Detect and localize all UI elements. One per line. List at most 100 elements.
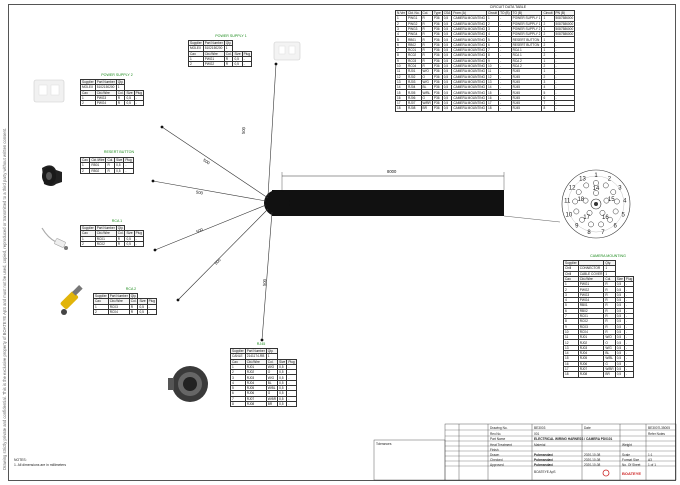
connector-pin-label: 4: [623, 199, 627, 205]
tb-scale: 1:1: [648, 453, 653, 457]
rj45-table: Supplier Part Number Qty. CANLE 2141174-RB 1 C…: [230, 347, 297, 408]
rca2-title: RCA 2: [125, 287, 137, 291]
table-header-cell: Part Number: [94, 224, 117, 232]
table-cell: CAMERA MOUNTING: [451, 47, 488, 54]
table-header-cell: TO (B): [498, 9, 512, 17]
table-cell: RJ45: [510, 105, 543, 112]
notes: NOTES: 1. All dimensions are in millimet…: [14, 458, 66, 467]
wire-row: 8 RJ08 BR 0,5-: [230, 400, 297, 408]
tb-checked: Pubmandavi: [534, 458, 553, 462]
connector-pin-label: 18: [577, 197, 584, 203]
table-cell: 2: [79, 167, 91, 174]
table-header-cell: Part Number: [202, 39, 225, 47]
ps2-table: Supplier Part Number Qty. MOLEX 5102150200 1 C…: [80, 78, 145, 107]
connector-pin: [575, 189, 582, 195]
table-cell: RESERT BUTTON: [510, 36, 543, 43]
circuit-row: 18 RJ08 BR P36 0,5 CAMERA MOUNTING 18- RJ45 8-: [395, 105, 576, 112]
table-cell: -: [241, 61, 253, 68]
tb-drawn: Pubmandavi: [534, 453, 553, 457]
table-cell: BR: [420, 105, 433, 112]
table-cell: POWER SUPPLY 2: [510, 25, 543, 33]
connector-pin: [598, 221, 604, 228]
table-header-cell: Part Number: [94, 78, 117, 86]
tb-sheet-label: No. Of Sheet: [622, 463, 641, 467]
table-cell: -: [146, 308, 158, 316]
connector-pin-label: 12: [569, 186, 576, 192]
connector-pin-label: 17: [583, 215, 590, 221]
connector-pin: [602, 182, 609, 189]
table-cell: W/BR: [265, 395, 279, 402]
connector-pin: [613, 198, 620, 205]
table-header-cell: Circuit: [541, 9, 555, 17]
wire-row: 2 RB02 R 0,5-: [79, 167, 134, 174]
tb-heat-label: Heat Treatment: [490, 443, 512, 447]
table-cell: -: [133, 240, 145, 248]
table-cell: P36: [431, 105, 443, 112]
table-cell: PWG4: [94, 100, 117, 107]
table-cell: CONNECTOR: [577, 265, 605, 272]
table-cell: R: [128, 308, 139, 316]
wire-row: 18 RJ08 BR 0,5-: [563, 371, 635, 378]
rj45-title: RJ45: [256, 342, 266, 346]
table-cell: RB02: [89, 167, 107, 174]
connector-pin-label: 16: [602, 215, 609, 221]
connector-pin-label: 3: [618, 186, 622, 192]
company-logo: [602, 469, 610, 477]
table-cell: 2: [80, 100, 96, 107]
table-header-cell: Supplier: [80, 224, 96, 232]
ps2-connector-image: [33, 79, 65, 103]
table-cell: RC02: [94, 240, 117, 248]
table-cell: CABLE COVER: [577, 270, 605, 277]
table-cell: 0,5: [441, 105, 453, 112]
tb-company: BOATEYE ApS: [534, 470, 556, 474]
tb-logo-text: BOATEYE: [622, 471, 642, 476]
table-cell: CAMERA MOUNTING: [451, 89, 488, 96]
connector-pin-label: 11: [564, 199, 571, 205]
tb-weight-label: Weight: [622, 443, 632, 447]
table-cell: POWER SUPPLY 2: [510, 31, 543, 38]
camera-mounting-table: Supplier Qty. Chill CONNECTOR 1 Chill CABLE CO…: [563, 259, 635, 378]
tb-approved: Pubmandavi: [534, 463, 553, 467]
drawing-sheet: Drawing strictly private and confidentia…: [0, 0, 680, 485]
table-cell: CAMERA MOUNTING: [451, 105, 488, 112]
tb-checked-label: Checked: [490, 458, 503, 462]
table-cell: 0,5: [277, 400, 288, 408]
table-cell: W/BR: [420, 100, 433, 107]
connector-pin-label: 2: [608, 176, 612, 182]
tb-approved-label: Approved: [490, 463, 504, 467]
table-cell: -: [133, 100, 145, 107]
supplier-header-row: Supplier Part Number Qty.: [188, 39, 252, 47]
resert-title: RESERT BUTTON: [103, 150, 135, 154]
main-cable: [272, 190, 504, 216]
table-cell: -: [123, 167, 134, 174]
resert-length-label: 500: [195, 189, 204, 196]
connector-pin-label: 10: [566, 212, 573, 218]
ps1-length-label: 500: [240, 126, 247, 135]
tb-checked-date: 2020-10-08: [584, 458, 601, 462]
table-cell: CAMERA MOUNTING: [451, 62, 488, 70]
connector-pin-label: 15: [608, 197, 615, 203]
connector-pin: [612, 208, 619, 215]
connector-pin: [588, 221, 594, 228]
table-cell: RESERT BUTTON: [510, 41, 543, 49]
tb-part-name-label: Part Name: [490, 437, 506, 441]
table-cell: 18: [395, 105, 407, 112]
table-cell: CAMERA MOUNTING: [451, 94, 488, 102]
supplier-header-row: Supplier Part Number Qty.: [230, 347, 297, 355]
table-cell: MOLEX: [188, 45, 204, 52]
tb-sheet: 1 of 1: [648, 463, 656, 467]
table-cell: 2: [188, 61, 204, 68]
table-cell: 8: [230, 400, 246, 408]
connector-pin-label: 9: [575, 224, 579, 230]
table-cell: -: [553, 105, 576, 112]
connector-pin-label: 14: [593, 186, 600, 192]
branch-rj45: [261, 211, 273, 341]
connector-pin: [610, 189, 617, 195]
table-cell: CAMERA MOUNTING: [451, 57, 488, 64]
table-cell: CAMERA MOUNTING: [451, 15, 488, 22]
table-cell: PWG2: [202, 61, 225, 68]
table-header-cell: Supplier: [563, 259, 579, 267]
table-cell: CAMERA MOUNTING: [451, 84, 488, 91]
table-header-cell: Part Number: [244, 347, 267, 355]
resert-table: Cav. Ckt./Wire Col. Size Plug 1 RB01 R 0,5-2 RB02…: [79, 156, 134, 174]
